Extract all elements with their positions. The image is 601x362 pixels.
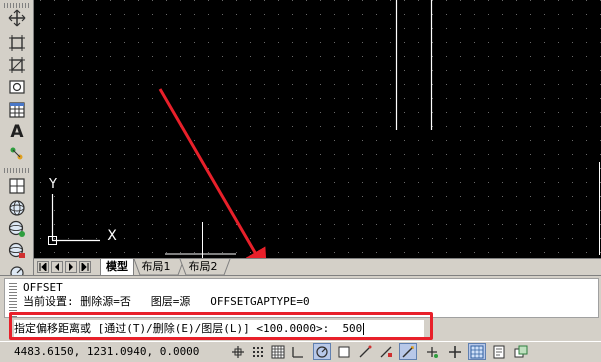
layout-space-icon[interactable] [490, 343, 508, 360]
ortho-mode-icon[interactable] [269, 343, 287, 360]
coordinate-readout[interactable]: 4483.6150, 1231.0940, 0.0000 [14, 344, 199, 360]
stretch-icon[interactable] [6, 55, 28, 75]
zoom-icon[interactable] [6, 219, 28, 239]
new-viewport-icon[interactable] [6, 176, 28, 196]
move-icon[interactable] [6, 8, 28, 28]
left-toolbar: A [0, 0, 34, 278]
dynamic-input-icon[interactable] [377, 343, 395, 360]
tab-layout2[interactable]: 布局2 [183, 259, 223, 275]
object-snap-icon[interactable] [313, 343, 331, 360]
maximize-viewport-icon[interactable] [512, 343, 530, 360]
polar-tracking-icon[interactable] [289, 343, 307, 360]
text-icon[interactable]: A [6, 122, 28, 142]
previous-tab-button[interactable] [51, 261, 63, 273]
lineweight-icon[interactable] [399, 343, 417, 360]
next-tab-button[interactable] [65, 261, 77, 273]
object-snap-tracking-icon[interactable] [335, 343, 353, 360]
ucs-x-label: X [107, 228, 117, 244]
model-space-icon[interactable] [468, 343, 486, 360]
grid-display-icon[interactable] [249, 343, 267, 360]
snap-mode-icon[interactable] [229, 343, 247, 360]
crosshair-toggle-icon[interactable] [446, 343, 464, 360]
region-icon[interactable] [6, 77, 28, 97]
layout-tab-bar: 模型 布局1 布局2 [34, 258, 601, 276]
tab-layout1[interactable]: 布局1 [137, 259, 175, 275]
first-tab-button[interactable] [37, 261, 49, 273]
cad-window: A Y X 模型 布局1 布局2 OFFSET 当前设置: 删除源=否 图层=源… [0, 0, 601, 362]
scale-icon[interactable] [6, 33, 28, 53]
drawing-canvas[interactable]: Y X [34, 0, 601, 258]
orbit-icon[interactable] [6, 198, 28, 218]
status-bar: 4483.6150, 1231.0940, 0.0000 [0, 341, 601, 362]
dynamic-ucs-icon[interactable] [356, 343, 374, 360]
quick-properties-icon[interactable] [423, 343, 441, 360]
toolbar-grip[interactable] [4, 168, 30, 173]
table-icon[interactable] [6, 100, 28, 120]
command-history-line: 当前设置: 删除源=否 图层=源 OFFSETGAPTYPE=0 [23, 295, 310, 308]
canvas-drawing: Y X [34, 0, 601, 258]
ucs-y-label: Y [48, 177, 57, 192]
lock-icon[interactable] [6, 241, 28, 261]
add-selected-icon[interactable] [6, 144, 28, 164]
last-tab-button[interactable] [79, 261, 91, 273]
command-history-line: OFFSET [23, 281, 63, 294]
tab-model[interactable]: 模型 [100, 259, 134, 275]
annotation-highlight-box [9, 312, 433, 340]
